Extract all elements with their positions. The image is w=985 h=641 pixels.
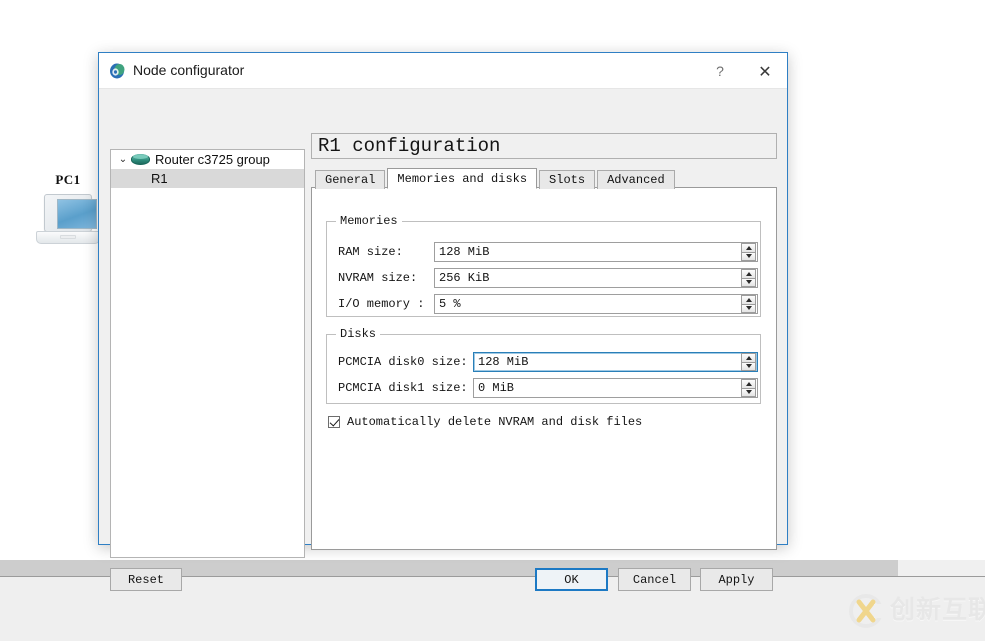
watermark-logo-icon [846,591,886,631]
io-memory-stepper[interactable] [741,295,756,313]
app-icon [109,62,127,80]
pcmcia-disk0-value[interactable]: 128 MiB [474,355,741,369]
ram-size-spinbox[interactable]: 128 MiB [434,242,758,262]
tab-content-memories-and-disks: Memories RAM size: 128 MiB [311,187,777,550]
dialog-body: ⌄ Router c3725 group R1 R1 configuration [99,89,787,544]
node-tree-panel[interactable]: ⌄ Router c3725 group R1 [110,149,305,558]
tab-advanced[interactable]: Advanced [597,170,675,189]
triangle-up-icon [746,272,752,276]
pcmcia-disk1-value[interactable]: 0 MiB [474,381,741,395]
nvram-size-decrement-button[interactable] [741,278,756,288]
watermark-text: 创新互联 [890,595,985,625]
ram-size-decrement-button[interactable] [741,252,756,262]
io-memory-decrement-button[interactable] [741,304,756,314]
triangle-up-icon [746,246,752,250]
router-icon [131,153,150,166]
tree-item-r1[interactable]: R1 [111,169,304,188]
laptop-icon [36,194,100,250]
triangle-down-icon [746,306,752,310]
field-pcmcia-disk0: PCMCIA disk0 size: 128 MiB [338,352,758,372]
pcmcia-disk1-spinbox[interactable]: 0 MiB [473,378,758,398]
tab-panel: General Memories and disks Slots Advance… [311,167,777,550]
io-memory-spinbox[interactable]: 5 % [434,294,758,314]
field-pcmcia-disk0-label: PCMCIA disk0 size: [338,355,473,369]
triangle-up-icon [746,356,752,360]
cancel-button[interactable]: Cancel [618,568,691,591]
triangle-down-icon [746,254,752,258]
field-nvram-size: NVRAM size: 256 KiB [338,268,758,288]
pcmcia-disk0-spinbox[interactable]: 128 MiB [473,352,758,372]
pcmcia-disk1-increment-button[interactable] [741,379,756,388]
field-io-memory-label: I/O memory : [338,297,434,311]
pcmcia-disk0-decrement-button[interactable] [741,362,756,372]
field-io-memory: I/O memory : 5 % [338,294,758,314]
nvram-size-value[interactable]: 256 KiB [435,271,741,285]
chevron-down-icon[interactable]: ⌄ [115,150,131,169]
watermark: 创新互联 [846,588,978,632]
node-configurator-dialog[interactable]: Node configurator ? ✕ ⌄ Router c3725 gro… [98,52,788,545]
tab-memories-and-disks[interactable]: Memories and disks [387,168,537,189]
nvram-size-stepper[interactable] [741,269,756,287]
pcmcia-disk0-stepper[interactable] [741,353,756,371]
screen: PC1 创新互联 [0,0,985,641]
nvram-size-spinbox[interactable]: 256 KiB [434,268,758,288]
ram-size-value[interactable]: 128 MiB [435,245,741,259]
field-pcmcia-disk1-label: PCMCIA disk1 size: [338,381,473,395]
dialog-title: Node configurator [133,62,244,78]
apply-button[interactable]: Apply [700,568,773,591]
reset-button[interactable]: Reset [110,568,182,591]
laptop-lid [44,194,92,232]
pane-header-title: R1 configuration [318,137,500,156]
configuration-pane: R1 configuration General Memories and di… [311,133,777,558]
auto-delete-label: Automatically delete NVRAM and disk file… [347,415,642,429]
pcmcia-disk1-stepper[interactable] [741,379,756,397]
ok-button[interactable]: OK [535,568,608,591]
triangle-up-icon [746,382,752,386]
io-memory-value[interactable]: 5 % [435,297,741,311]
pcmcia-disk1-decrement-button[interactable] [741,388,756,398]
pane-header: R1 configuration [311,133,777,159]
field-nvram-size-label: NVRAM size: [338,271,434,285]
laptop-screen [57,199,97,229]
auto-delete-checkbox-row[interactable]: Automatically delete NVRAM and disk file… [328,415,642,429]
tab-slots[interactable]: Slots [539,170,595,189]
field-pcmcia-disk1: PCMCIA disk1 size: 0 MiB [338,378,758,398]
laptop-trackpad [60,235,76,239]
ram-size-stepper[interactable] [741,243,756,261]
tree-group-router-c3725[interactable]: ⌄ Router c3725 group [111,150,304,169]
triangle-down-icon [746,280,752,284]
tree-group-label: Router c3725 group [155,152,270,167]
auto-delete-checkbox[interactable] [328,416,340,428]
dialog-titlebar[interactable]: Node configurator ? ✕ [99,53,787,89]
pcmcia-disk0-increment-button[interactable] [741,353,756,362]
field-ram-size: RAM size: 128 MiB [338,242,758,262]
ram-size-increment-button[interactable] [741,243,756,252]
io-memory-increment-button[interactable] [741,295,756,304]
field-ram-size-label: RAM size: [338,245,434,259]
triangle-up-icon [746,298,752,302]
disks-groupbox-title: Disks [336,327,380,341]
help-button[interactable]: ? [698,53,742,89]
tree-item-r1-label: R1 [151,171,168,186]
memories-groupbox-title: Memories [336,214,402,228]
nvram-size-increment-button[interactable] [741,269,756,278]
tab-strip[interactable]: General Memories and disks Slots Advance… [311,167,777,188]
triangle-down-icon [746,364,752,368]
close-button[interactable]: ✕ [743,53,787,89]
tab-general[interactable]: General [315,170,385,189]
triangle-down-icon [746,390,752,394]
